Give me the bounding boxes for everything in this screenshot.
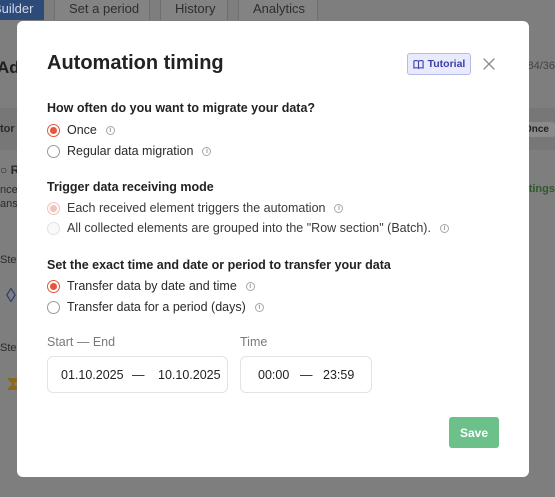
end-date-value[interactable]: 10.10.2025: [158, 368, 221, 382]
background-row-label: tor: [0, 123, 15, 135]
time-range-input[interactable]: 00:00 — 23:59: [240, 356, 372, 393]
date-range-label: Start — End: [47, 335, 116, 349]
option-period-days-label: Transfer data for a period (days): [67, 300, 246, 314]
start-date-value[interactable]: 01.10.2025: [61, 368, 124, 382]
option-period-days-radio[interactable]: [47, 300, 60, 314]
option-date-time[interactable]: Transfer data by date and time i: [47, 278, 255, 294]
option-regular-migration[interactable]: Regular data migration i: [47, 143, 212, 159]
tutorial-label: Tutorial: [427, 58, 466, 70]
transfer-schedule-label: Set the exact time and date or period to…: [47, 258, 391, 272]
trigger-mode-label: Trigger data receiving mode: [47, 180, 214, 194]
migrate-frequency-label: How often do you want to migrate your da…: [47, 101, 316, 115]
close-button[interactable]: [481, 56, 497, 72]
date-range-input[interactable]: 01.10.2025 — 10.10.2025: [47, 356, 228, 393]
background-tabs: Builder Set a period History Analytics: [0, 0, 555, 22]
save-button[interactable]: Save: [449, 417, 499, 448]
tab-analytics: Analytics: [238, 0, 318, 20]
tab-builder: Builder: [0, 0, 44, 20]
option-regular-migration-label: Regular data migration: [67, 144, 194, 158]
tab-history: History: [160, 0, 228, 20]
start-time-value[interactable]: 00:00: [258, 368, 289, 382]
option-each-element[interactable]: Each received element triggers the autom…: [47, 200, 344, 216]
info-icon[interactable]: i: [254, 302, 264, 312]
end-time-value[interactable]: 23:59: [323, 368, 354, 382]
date-range-separator: —: [132, 367, 145, 382]
info-icon[interactable]: i: [334, 203, 344, 213]
time-range-separator: —: [300, 367, 313, 382]
automation-timing-modal: Automation timing Tutorial How often do …: [17, 21, 529, 477]
option-once-radio[interactable]: [47, 123, 60, 137]
background-settings-link: ttings: [525, 183, 555, 195]
option-once[interactable]: Once i: [47, 122, 115, 138]
info-icon[interactable]: i: [105, 125, 115, 135]
background-counter: 84/36: [527, 60, 555, 72]
modal-title: Automation timing: [47, 52, 224, 74]
option-once-label: Once: [67, 123, 97, 137]
time-label: Time: [240, 335, 268, 349]
option-batch-label: All collected elements are grouped into …: [67, 221, 431, 235]
option-date-time-radio[interactable]: [47, 279, 60, 293]
option-each-element-label: Each received element triggers the autom…: [67, 201, 326, 215]
tutorial-button[interactable]: Tutorial: [407, 53, 471, 75]
option-date-time-label: Transfer data by date and time: [67, 279, 237, 293]
book-icon: [412, 59, 424, 69]
option-period-days[interactable]: Transfer data for a period (days) i: [47, 299, 264, 315]
option-batch-radio[interactable]: [47, 221, 60, 235]
info-icon[interactable]: i: [439, 223, 449, 233]
option-each-element-radio[interactable]: [47, 201, 60, 215]
info-icon[interactable]: i: [202, 146, 212, 156]
info-icon[interactable]: i: [245, 281, 255, 291]
tab-set-period: Set a period: [54, 0, 150, 20]
background-line-1: nce: [0, 184, 18, 196]
background-step-1-icon: ◊: [6, 285, 16, 307]
option-batch[interactable]: All collected elements are grouped into …: [47, 220, 449, 236]
option-regular-migration-radio[interactable]: [47, 144, 60, 158]
close-icon: [483, 58, 495, 70]
